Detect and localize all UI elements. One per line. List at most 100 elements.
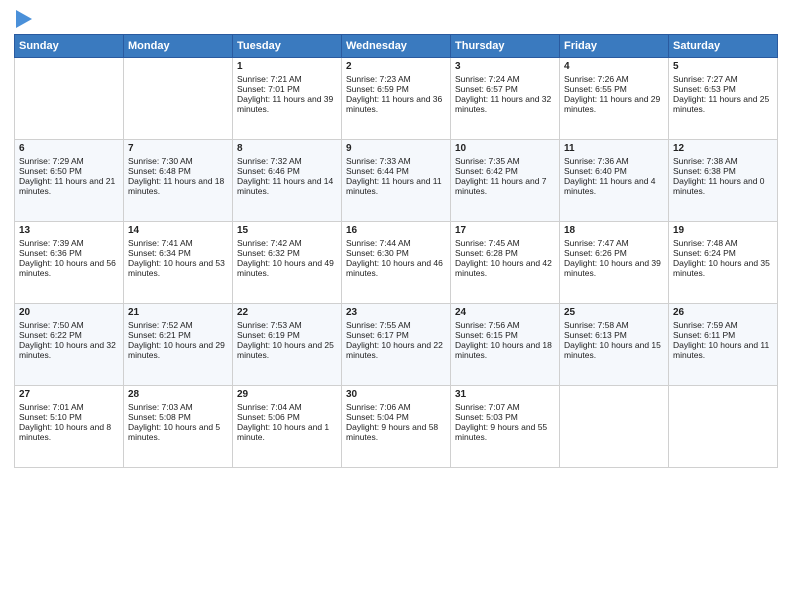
daylight-text: Daylight: 10 hours and 42 minutes. [455,258,552,278]
day-number: 23 [346,307,446,318]
daylight-text: Daylight: 11 hours and 18 minutes. [128,176,224,196]
day-cell: 23Sunrise: 7:55 AMSunset: 6:17 PMDayligh… [342,304,451,386]
day-number: 20 [19,307,119,318]
sunrise-text: Sunrise: 7:33 AM [346,156,411,166]
day-cell: 30Sunrise: 7:06 AMSunset: 5:04 PMDayligh… [342,386,451,468]
day-number: 24 [455,307,555,318]
daylight-text: Daylight: 10 hours and 53 minutes. [128,258,225,278]
day-number: 9 [346,143,446,154]
day-number: 28 [128,389,228,400]
day-number: 21 [128,307,228,318]
daylight-text: Daylight: 10 hours and 29 minutes. [128,340,225,360]
header-cell-saturday: Saturday [669,35,778,58]
sunset-text: Sunset: 5:03 PM [455,412,518,422]
daylight-text: Daylight: 11 hours and 21 minutes. [19,176,115,196]
day-cell: 14Sunrise: 7:41 AMSunset: 6:34 PMDayligh… [124,222,233,304]
logo [14,10,32,28]
daylight-text: Daylight: 10 hours and 35 minutes. [673,258,770,278]
daylight-text: Daylight: 11 hours and 4 minutes. [564,176,656,196]
sunset-text: Sunset: 6:40 PM [564,166,627,176]
day-cell: 7Sunrise: 7:30 AMSunset: 6:48 PMDaylight… [124,140,233,222]
sunset-text: Sunset: 6:57 PM [455,84,518,94]
day-number: 2 [346,61,446,72]
sunset-text: Sunset: 6:28 PM [455,248,518,258]
sunrise-text: Sunrise: 7:21 AM [237,74,302,84]
sunset-text: Sunset: 6:17 PM [346,330,409,340]
day-number: 1 [237,61,337,72]
sunset-text: Sunset: 6:21 PM [128,330,191,340]
logo-triangle-icon [16,10,32,28]
sunset-text: Sunset: 6:59 PM [346,84,409,94]
day-cell: 31Sunrise: 7:07 AMSunset: 5:03 PMDayligh… [451,386,560,468]
sunrise-text: Sunrise: 7:42 AM [237,238,302,248]
daylight-text: Daylight: 11 hours and 14 minutes. [237,176,333,196]
day-cell: 13Sunrise: 7:39 AMSunset: 6:36 PMDayligh… [15,222,124,304]
day-number: 25 [564,307,664,318]
daylight-text: Daylight: 9 hours and 58 minutes. [346,422,438,442]
day-cell: 4Sunrise: 7:26 AMSunset: 6:55 PMDaylight… [560,58,669,140]
sunset-text: Sunset: 6:44 PM [346,166,409,176]
day-number: 27 [19,389,119,400]
sunset-text: Sunset: 6:38 PM [673,166,736,176]
sunset-text: Sunset: 6:48 PM [128,166,191,176]
day-cell: 9 Sunrise: 7:33 AMSunset: 6:44 PMDaylight… [342,140,451,222]
daylight-text: Daylight: 10 hours and 56 minutes. [19,258,116,278]
day-number: 30 [346,389,446,400]
sunrise-text: Sunrise: 7:06 AM [346,402,411,412]
day-cell: 25Sunrise: 7:58 AMSunset: 6:13 PMDayligh… [560,304,669,386]
daylight-text: Daylight: 10 hours and 22 minutes. [346,340,443,360]
sunrise-text: Sunrise: 7:39 AM [19,238,84,248]
day-cell [124,58,233,140]
day-cell: 18Sunrise: 7:47 AMSunset: 6:26 PMDayligh… [560,222,669,304]
daylight-text: Daylight: 10 hours and 5 minutes. [128,422,220,442]
sunrise-text: Sunrise: 7:52 AM [128,320,193,330]
daylight-text: Daylight: 10 hours and 32 minutes. [19,340,116,360]
sunset-text: Sunset: 6:30 PM [346,248,409,258]
day-cell: 19Sunrise: 7:48 AMSunset: 6:24 PMDayligh… [669,222,778,304]
day-cell: 16Sunrise: 7:44 AMSunset: 6:30 PMDayligh… [342,222,451,304]
day-cell: 29Sunrise: 7:04 AMSunset: 5:06 PMDayligh… [233,386,342,468]
daylight-text: Daylight: 10 hours and 25 minutes. [237,340,334,360]
day-cell: 21 Sunrise: 7:52 AMSunset: 6:21 PMDayligh… [124,304,233,386]
sunset-text: Sunset: 5:10 PM [19,412,82,422]
day-cell [560,386,669,468]
sunrise-text: Sunrise: 7:47 AM [564,238,629,248]
sunset-text: Sunset: 6:32 PM [237,248,300,258]
day-cell: 2Sunrise: 7:23 AMSunset: 6:59 PMDaylight… [342,58,451,140]
day-number: 14 [128,225,228,236]
sunrise-text: Sunrise: 7:36 AM [564,156,629,166]
day-number: 5 [673,61,773,72]
day-cell: 3Sunrise: 7:24 AMSunset: 6:57 PMDaylight… [451,58,560,140]
sunrise-text: Sunrise: 7:01 AM [19,402,84,412]
day-number: 12 [673,143,773,154]
daylight-text: Daylight: 11 hours and 29 minutes. [564,94,660,114]
sunrise-text: Sunrise: 7:32 AM [237,156,302,166]
day-number: 11 [564,143,664,154]
sunrise-text: Sunrise: 7:26 AM [564,74,629,84]
day-cell: 6Sunrise: 7:29 AMSunset: 6:50 PMDaylight… [15,140,124,222]
day-cell: 5Sunrise: 7:27 AMSunset: 6:53 PMDaylight… [669,58,778,140]
sunrise-text: Sunrise: 7:24 AM [455,74,520,84]
day-cell [669,386,778,468]
header-cell-wednesday: Wednesday [342,35,451,58]
sunset-text: Sunset: 6:15 PM [455,330,518,340]
day-number: 3 [455,61,555,72]
daylight-text: Daylight: 11 hours and 11 minutes. [346,176,442,196]
sunrise-text: Sunrise: 7:45 AM [455,238,520,248]
sunrise-text: Sunrise: 7:35 AM [455,156,520,166]
header-cell-tuesday: Tuesday [233,35,342,58]
day-cell: 22Sunrise: 7:53 AMSunset: 6:19 PMDayligh… [233,304,342,386]
sunrise-text: Sunrise: 7:38 AM [673,156,738,166]
week-row-3: 13Sunrise: 7:39 AMSunset: 6:36 PMDayligh… [15,222,778,304]
sunrise-text: Sunrise: 7:53 AM [237,320,302,330]
daylight-text: Daylight: 10 hours and 1 minute. [237,422,329,442]
sunset-text: Sunset: 6:53 PM [673,84,736,94]
day-cell: 24Sunrise: 7:56 AMSunset: 6:15 PMDayligh… [451,304,560,386]
header [14,10,778,28]
sunrise-text: Sunrise: 7:50 AM [19,320,84,330]
sunrise-text: Sunrise: 7:48 AM [673,238,738,248]
sunrise-text: Sunrise: 7:44 AM [346,238,411,248]
day-cell: 12Sunrise: 7:38 AMSunset: 6:38 PMDayligh… [669,140,778,222]
daylight-text: Daylight: 10 hours and 46 minutes. [346,258,443,278]
day-number: 18 [564,225,664,236]
